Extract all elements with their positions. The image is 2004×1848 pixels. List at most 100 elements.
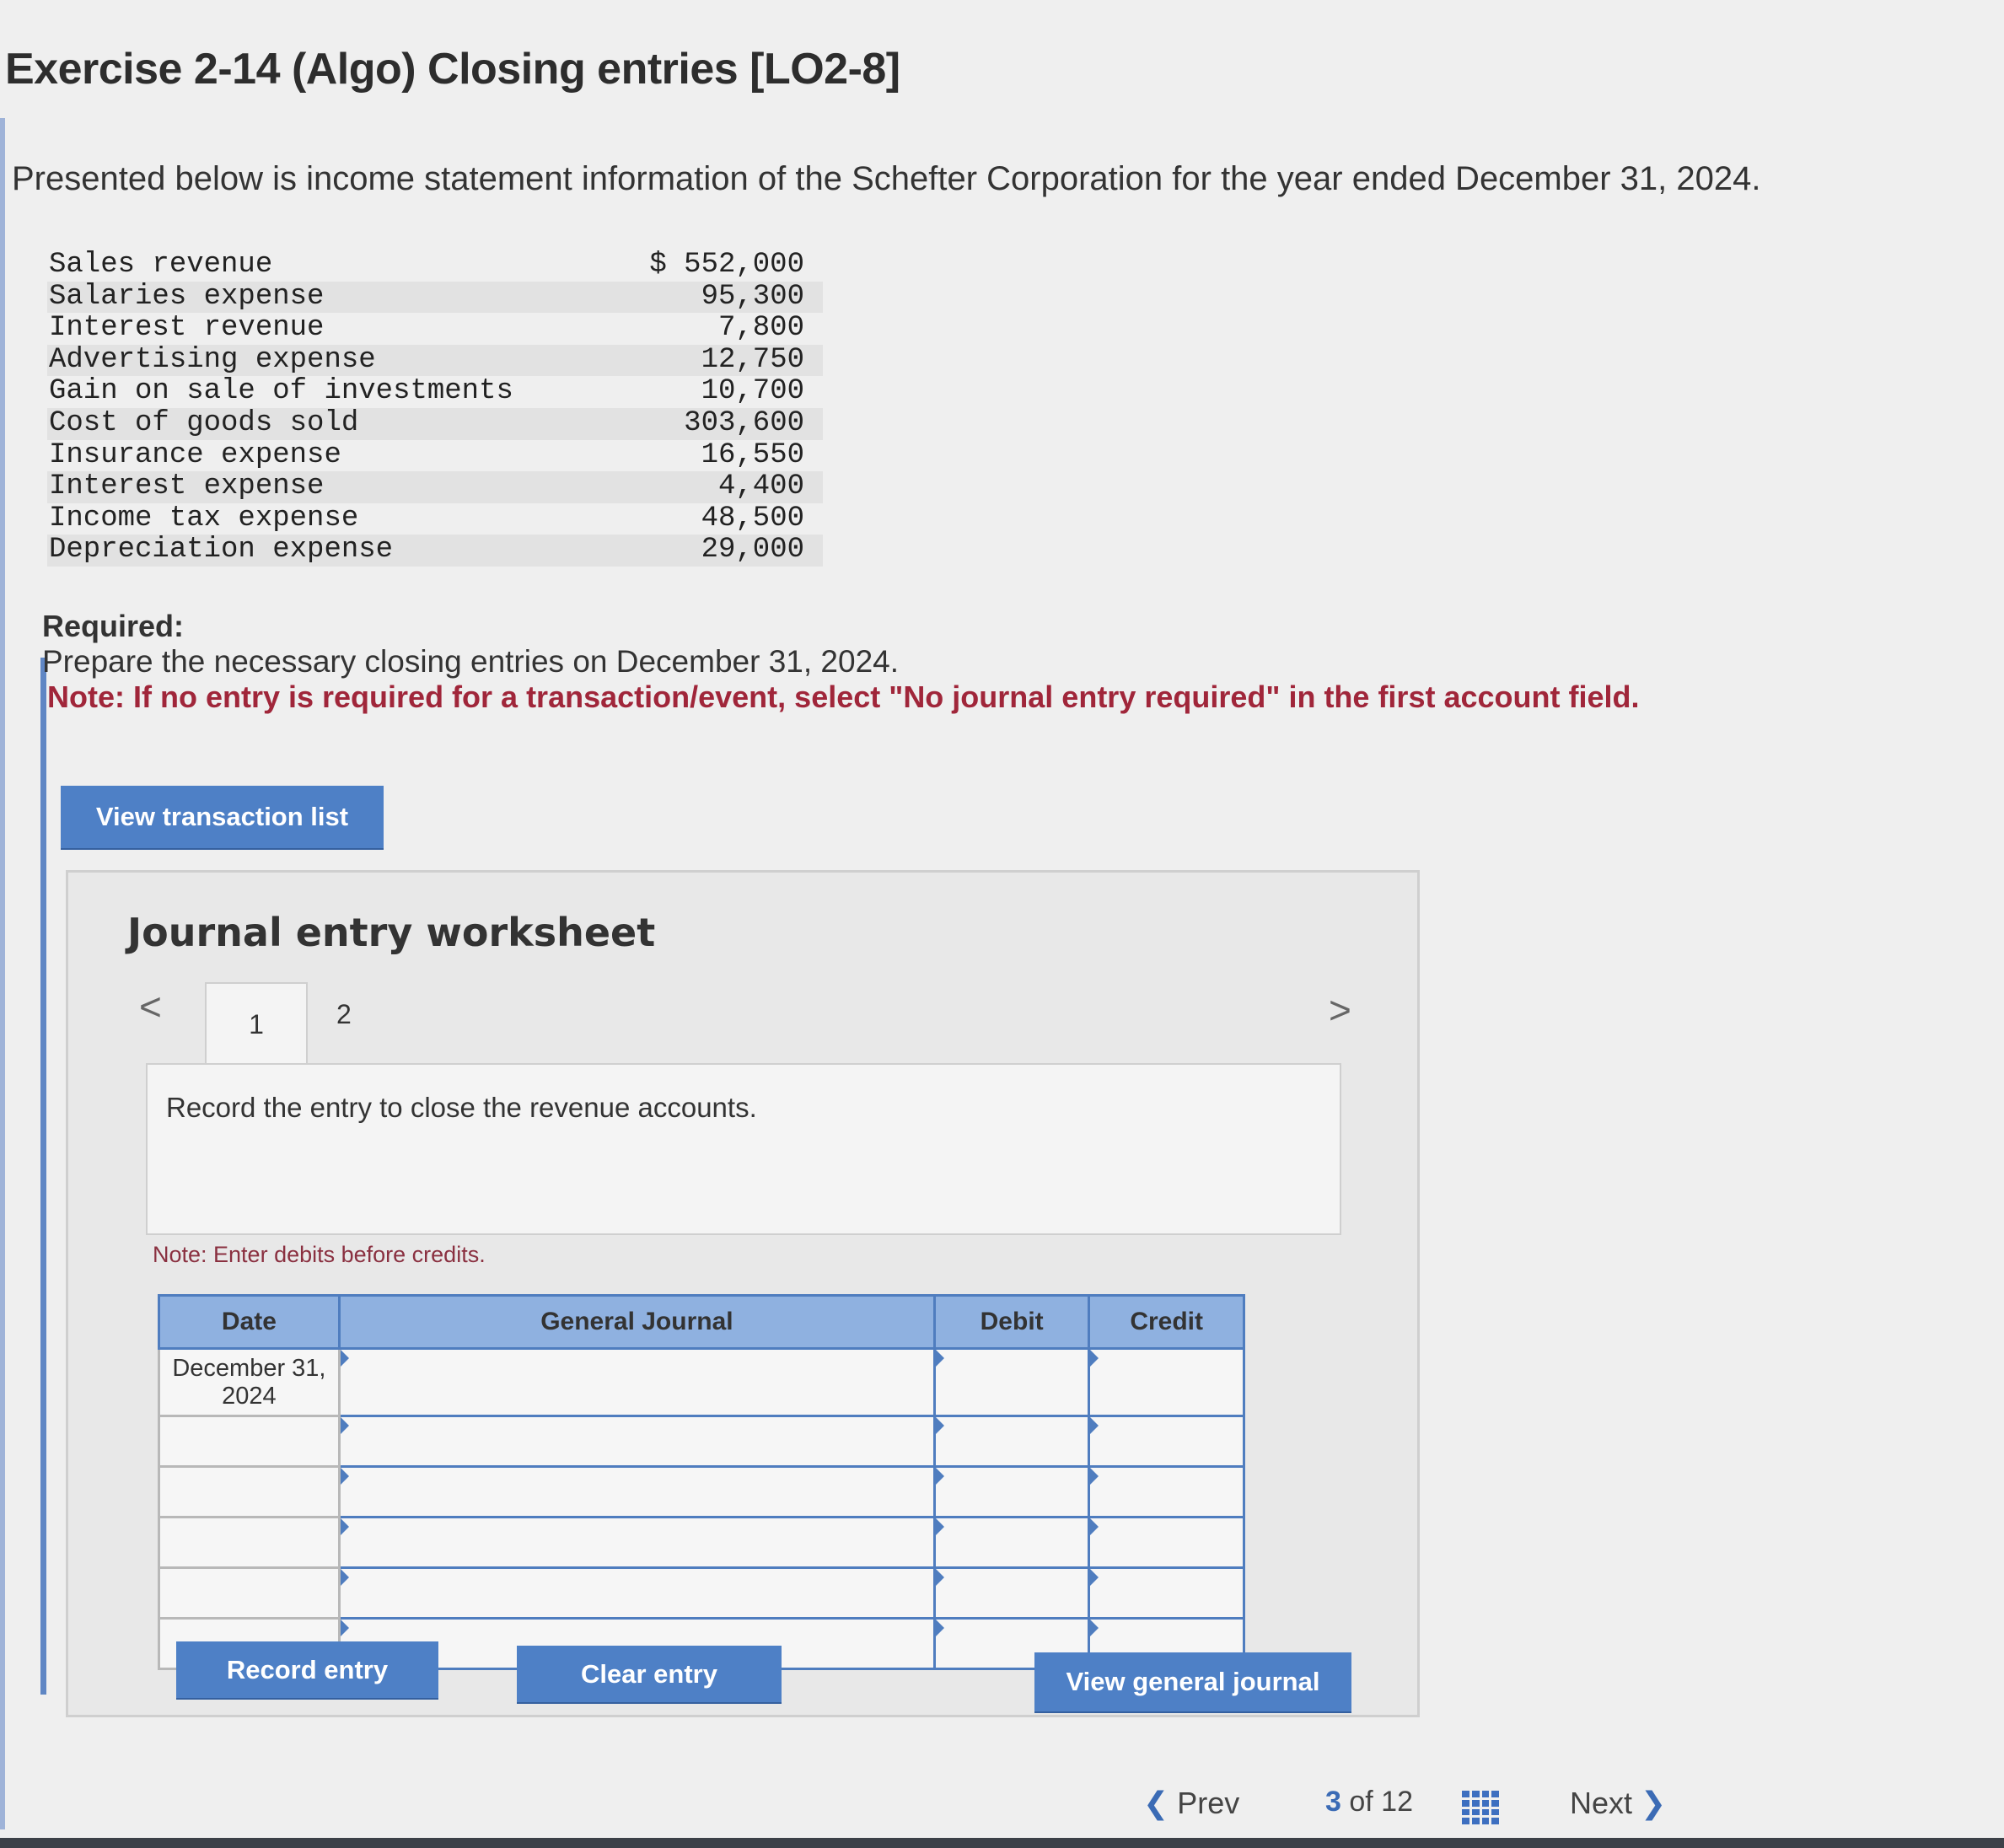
income-statement-table: Sales revenue $ 552,000 Salaries expense 9… xyxy=(47,249,823,567)
statement-value: 95,300 xyxy=(701,280,804,313)
worksheet-title: Journal entry worksheet xyxy=(127,910,656,955)
credit-field[interactable] xyxy=(1088,1516,1245,1569)
chevron-right-icon: ❯ xyxy=(1641,1786,1667,1820)
chevron-left-icon: ❮ xyxy=(1143,1786,1169,1820)
statement-value: 10,700 xyxy=(701,375,804,408)
intro-text: Presented below is income statement info… xyxy=(12,160,1761,197)
statement-label: Sales revenue xyxy=(49,249,273,281)
account-field[interactable] xyxy=(337,1516,936,1569)
required-heading: Required: xyxy=(42,609,185,643)
date-cell[interactable] xyxy=(158,1516,341,1569)
view-transaction-list-button[interactable]: View transaction list xyxy=(61,786,384,848)
debit-field[interactable] xyxy=(932,1566,1091,1620)
debit-field[interactable] xyxy=(932,1465,1091,1518)
page-total: of 12 xyxy=(1349,1786,1413,1818)
date-cell[interactable] xyxy=(158,1465,341,1518)
record-entry-button[interactable]: Record entry xyxy=(176,1641,438,1698)
statement-row: Cost of goods sold 303,600 xyxy=(47,406,823,440)
statement-row: Sales revenue $ 552,000 xyxy=(47,249,823,282)
table-row xyxy=(158,1566,1245,1620)
input-marker-icon xyxy=(935,1569,944,1586)
instruction-box: Record the entry to close the revenue ac… xyxy=(146,1063,1341,1235)
credit-field[interactable] xyxy=(1088,1566,1245,1620)
exercise-title: Exercise 2-14 (Algo) Closing entries [LO… xyxy=(5,45,900,94)
statement-value: 303,600 xyxy=(684,406,804,439)
date-cell[interactable] xyxy=(158,1415,341,1468)
statement-value: 48,500 xyxy=(701,502,804,535)
table-row xyxy=(158,1516,1245,1569)
input-marker-icon xyxy=(935,1417,944,1434)
statement-value: 16,550 xyxy=(701,438,804,471)
input-marker-icon xyxy=(935,1518,944,1535)
input-marker-icon xyxy=(935,1350,944,1367)
prev-button[interactable]: ❮ Prev xyxy=(1143,1786,1239,1821)
statement-row: Advertising expense 12,750 xyxy=(47,343,823,377)
tab-1[interactable]: 1 xyxy=(205,982,308,1065)
statement-label: Insurance expense xyxy=(49,438,341,471)
statement-label: Interest revenue xyxy=(49,312,325,345)
chevron-left-icon[interactable]: < xyxy=(139,984,162,1029)
column-header-credit: Credit xyxy=(1088,1294,1245,1350)
dropdown-marker-icon xyxy=(340,1569,349,1586)
input-marker-icon xyxy=(1090,1468,1099,1485)
column-header-general-journal: General Journal xyxy=(337,1294,936,1350)
enter-debits-note: Note: Enter debits before credits. xyxy=(153,1242,486,1267)
input-marker-icon xyxy=(935,1620,944,1636)
statement-value: 4,400 xyxy=(717,470,804,503)
dropdown-marker-icon xyxy=(340,1350,349,1367)
input-marker-icon xyxy=(1090,1569,1099,1586)
required-text: Prepare the necessary closing entries on… xyxy=(42,644,900,679)
input-marker-icon xyxy=(1090,1620,1099,1636)
statement-row: Income tax expense 48,500 xyxy=(47,502,823,535)
input-marker-icon xyxy=(1090,1350,1099,1367)
credit-field[interactable] xyxy=(1088,1415,1245,1468)
statement-value: 12,750 xyxy=(701,343,804,376)
debit-field[interactable] xyxy=(932,1516,1091,1569)
view-general-journal-button[interactable]: View general journal xyxy=(1034,1652,1351,1711)
dropdown-marker-icon xyxy=(340,1620,349,1636)
statement-row: Interest expense 4,400 xyxy=(47,471,823,503)
debit-field[interactable] xyxy=(932,1415,1091,1468)
credit-field[interactable] xyxy=(1088,1347,1245,1417)
statement-label: Interest expense xyxy=(49,470,325,503)
next-label: Next xyxy=(1570,1786,1633,1820)
statement-value: 29,000 xyxy=(701,534,804,567)
date-cell[interactable]: December 31, 2024 xyxy=(158,1347,341,1417)
prev-label: Prev xyxy=(1177,1786,1240,1820)
debit-field[interactable] xyxy=(932,1347,1091,1417)
statement-label: Salaries expense xyxy=(49,280,325,313)
statement-row: Depreciation expense 29,000 xyxy=(47,535,823,567)
table-row: December 31, 2024 xyxy=(158,1347,1245,1417)
next-button[interactable]: Next ❯ xyxy=(1570,1786,1666,1821)
chevron-right-icon[interactable]: > xyxy=(1329,987,1351,1033)
table-row xyxy=(158,1465,1245,1518)
account-field[interactable] xyxy=(337,1347,936,1417)
question-grid-icon[interactable] xyxy=(1462,1791,1499,1824)
input-marker-icon xyxy=(1090,1518,1099,1535)
column-header-date: Date xyxy=(158,1294,341,1350)
account-field[interactable] xyxy=(337,1566,936,1620)
general-journal-table: Date General Journal Debit Credit Decemb… xyxy=(158,1294,1245,1670)
date-cell[interactable] xyxy=(158,1566,341,1620)
column-header-debit: Debit xyxy=(932,1294,1091,1350)
input-marker-icon xyxy=(935,1468,944,1485)
account-field[interactable] xyxy=(337,1465,936,1518)
statement-label: Advertising expense xyxy=(49,343,376,376)
instruction-text: Record the entry to close the revenue ac… xyxy=(166,1092,757,1123)
section-accent-rule xyxy=(40,658,46,1695)
clear-entry-button[interactable]: Clear entry xyxy=(517,1646,782,1702)
required-note: Note: If no entry is required for a tran… xyxy=(47,680,1640,714)
statement-label: Depreciation expense xyxy=(49,534,394,567)
input-marker-icon xyxy=(1090,1417,1099,1434)
statement-label: Cost of goods sold xyxy=(49,406,359,439)
journal-entry-worksheet: Journal entry worksheet < 1 2 > Record t… xyxy=(66,870,1420,1717)
left-accent-rule xyxy=(0,118,5,1829)
statement-row: Interest revenue 7,800 xyxy=(47,313,823,345)
credit-field[interactable] xyxy=(1088,1465,1245,1518)
tab-2[interactable]: 2 xyxy=(336,999,352,1030)
account-field[interactable] xyxy=(337,1415,936,1468)
statement-value: 7,800 xyxy=(717,312,804,345)
page-indicator: 3 of 12 xyxy=(1325,1786,1413,1818)
current-page: 3 xyxy=(1325,1786,1341,1818)
statement-row: Insurance expense 16,550 xyxy=(47,438,823,472)
